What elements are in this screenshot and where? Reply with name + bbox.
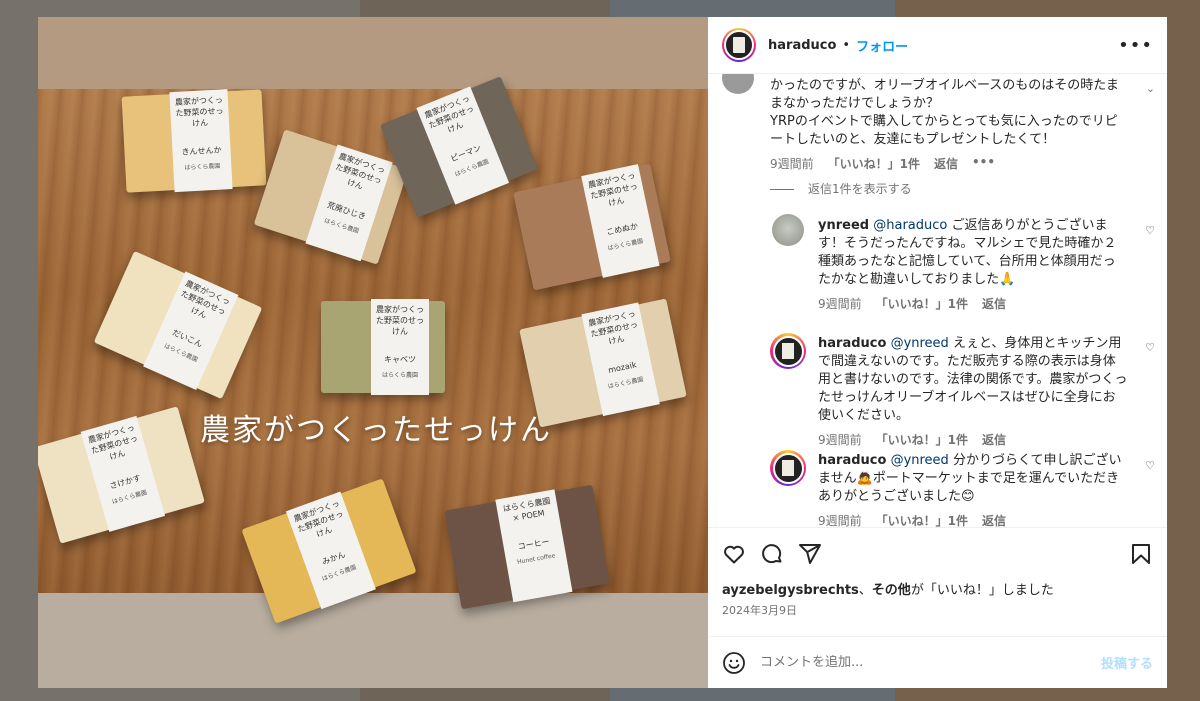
heart-icon[interactable] xyxy=(722,542,746,566)
heart-icon[interactable]: ♡ xyxy=(1145,459,1155,472)
post-header: haraduco • フォロー ••• xyxy=(708,17,1167,74)
avatar[interactable] xyxy=(722,28,756,62)
mention-link[interactable]: @haraduco xyxy=(873,218,947,233)
soap-bar: 農家がつくった野菜のせっけん キャベツ はらくら農園 xyxy=(321,299,445,395)
reply-item: haraduco @ynreed 分かりづらくて申し訳ございません🙇ポートマーケ… xyxy=(818,452,1128,527)
comment-time: 9週間前 xyxy=(770,157,814,171)
emoji-icon[interactable] xyxy=(722,651,746,675)
comment-item: かったのですが、オリーブオイルベースのものはその時たままなかっただけでしょうか？… xyxy=(770,77,1130,172)
reply-button[interactable]: 返信 xyxy=(982,512,1006,527)
comment-text: かったのですが、オリーブオイルベースのものはその時たままなかっただけでしょうか？… xyxy=(770,78,1119,147)
heart-icon[interactable]: ♡ xyxy=(1145,224,1155,237)
liked-by-user[interactable]: ayzebelgysbrechts xyxy=(722,583,859,598)
mention-link[interactable]: @ynreed xyxy=(891,453,949,468)
avatar[interactable] xyxy=(770,450,806,486)
separator-dot: • xyxy=(842,37,851,53)
more-options-icon[interactable]: ••• xyxy=(1118,35,1153,56)
post-modal: 農家がつくった野菜のせっけん きんせんか はらくら農園 農家がつくった野菜のせっけん… xyxy=(38,17,1167,688)
reply-username[interactable]: haraduco xyxy=(818,336,886,351)
liked-by-text: ayzebelgysbrechts、その他が「いいね！」しました xyxy=(722,583,1054,598)
avatar[interactable] xyxy=(770,333,806,369)
post-username[interactable]: haraduco xyxy=(768,38,836,53)
post-comment-button[interactable]: 投稿する xyxy=(1101,653,1153,672)
view-replies-button[interactable]: 返信1件を表示する xyxy=(770,180,912,197)
image-caption-overlay: 農家がつくったせっけん xyxy=(200,413,552,448)
avatar[interactable] xyxy=(722,74,754,94)
comment-input[interactable] xyxy=(760,655,1101,670)
chevron-down-icon[interactable]: ⌄ xyxy=(1146,82,1155,95)
comment-time: 9週間前 xyxy=(818,433,862,447)
post-image: 農家がつくった野菜のせっけん きんせんか はらくら農園 農家がつくった野菜のせっけん… xyxy=(38,17,708,688)
comment-icon[interactable] xyxy=(760,542,784,566)
liked-by-others[interactable]: その他 xyxy=(872,583,911,598)
reply-username[interactable]: haraduco xyxy=(818,453,886,468)
reply-button[interactable]: 返信 xyxy=(934,155,958,172)
mention-link[interactable]: @ynreed xyxy=(891,336,949,351)
avatar[interactable] xyxy=(772,214,804,246)
comment-likes[interactable]: 「いいね！」1件 xyxy=(876,295,968,312)
comment-meta: 9週間前 「いいね！」1件 返信 ••• xyxy=(770,155,1130,172)
reply-username[interactable]: ynreed xyxy=(818,218,869,233)
reply-button[interactable]: 返信 xyxy=(982,431,1006,448)
reply-item: haraduco @ynreed えぇと、身体用とキッチン用で間違えないのです。… xyxy=(818,335,1128,448)
comment-likes[interactable]: 「いいね！」1件 xyxy=(876,512,968,527)
follow-button[interactable]: フォロー xyxy=(856,36,908,55)
comment-more-icon[interactable]: ••• xyxy=(972,155,995,172)
reply-item: ynreed @haraduco ご返信ありがとうございます！そうだったんですね… xyxy=(818,217,1128,312)
post-panel: haraduco • フォロー ••• ⌄ かったのですが、オリーブオイルベース… xyxy=(708,17,1167,688)
add-comment-bar: 投稿する xyxy=(708,636,1167,688)
comment-likes[interactable]: 「いいね！」1件 xyxy=(828,155,920,172)
post-date[interactable]: 2024年3月9日 xyxy=(708,598,1167,618)
comment-time: 9週間前 xyxy=(818,297,862,311)
comment-time: 9週間前 xyxy=(818,514,862,527)
comment-likes[interactable]: 「いいね！」1件 xyxy=(876,431,968,448)
comments-list[interactable]: ⌄ かったのですが、オリーブオイルベースのものはその時たままなかっただけでしょう… xyxy=(708,74,1167,527)
reply-button[interactable]: 返信 xyxy=(982,295,1006,312)
action-bar xyxy=(708,527,1167,579)
heart-icon[interactable]: ♡ xyxy=(1145,341,1155,354)
soap-bar: 農家がつくった野菜のせっけん きんせんか はらくら農園 xyxy=(121,89,267,193)
share-icon[interactable] xyxy=(798,542,822,566)
bookmark-icon[interactable] xyxy=(1129,542,1153,566)
